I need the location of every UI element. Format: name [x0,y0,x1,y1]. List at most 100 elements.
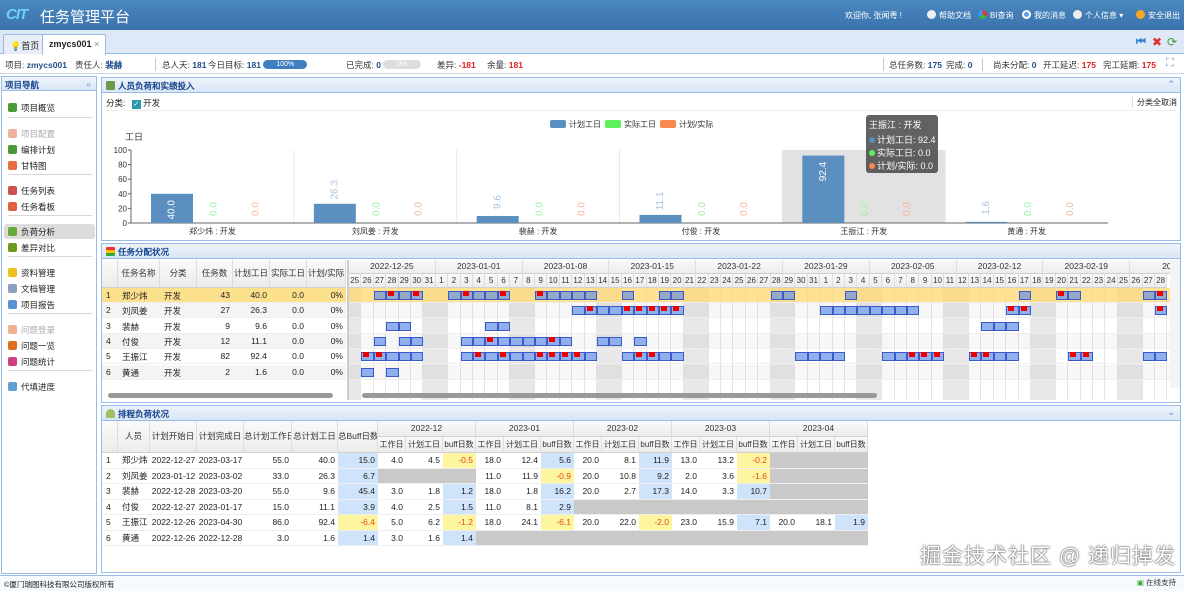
sidebar-item-1[interactable]: 项目概览 [4,100,95,115]
gantt-task-bar[interactable] [485,352,498,362]
gantt-task-bar[interactable] [460,336,473,346]
gantt-task-bar[interactable] [448,291,461,300]
clear-categories-button[interactable]: 分类全取消 [1132,97,1177,108]
gantt-task-bar[interactable] [584,291,597,300]
column-header[interactable]: 分类 [160,260,197,288]
gantt-task-bar[interactable] [386,367,399,377]
gantt-task-bar[interactable] [993,352,1007,362]
table-row[interactable]: 1 郑少炜 开发 43 40.0 0.0 0% [102,288,346,303]
gantt-task-bar[interactable] [634,336,647,346]
gantt-task-bar[interactable] [522,336,535,346]
column-header[interactable]: 计划工日 [233,260,270,288]
gantt-task-bar[interactable] [497,321,511,331]
gantt-task-bar[interactable] [832,306,845,316]
gantt-task-bar[interactable] [770,291,783,300]
column-header[interactable]: 任务数 [197,260,233,288]
gantt-task-bar[interactable] [894,306,907,316]
gantt-task-bar[interactable] [993,321,1007,331]
gantt-task-bar[interactable] [1142,352,1155,362]
gantt-task-bar[interactable] [597,336,610,346]
gantt-task-bar[interactable] [572,291,585,300]
gantt-task-bar[interactable] [807,352,821,362]
gantt-task-bar[interactable] [584,352,597,362]
gantt-task-bar[interactable] [659,352,672,362]
gantt-task-bar[interactable] [398,321,411,331]
gantt-task-bar[interactable] [845,306,858,316]
gantt-task-bar[interactable] [621,291,635,300]
table-row[interactable]: 6 黄通 2022-12-26 2022-12-28 3.0 1.6 1.4 3.0 1.6 1.… [102,530,868,546]
gantt-task-bar[interactable] [671,291,684,300]
gantt-task-bar[interactable] [460,352,473,362]
table-row[interactable]: 6 黄通 开发 2 1.6 0.0 0% [102,364,346,380]
table-row[interactable]: 2 刘凤姜 2023-01-12 2023-03-02 33.0 26.3 6.7 11.0 1… [102,468,868,484]
gantt-task-bar[interactable] [795,352,808,362]
gantt-task-bar[interactable] [535,336,548,346]
gantt-task-bar[interactable] [1155,352,1168,362]
gantt-task-bar[interactable] [398,336,411,346]
column-header[interactable]: 计划开始日 [150,421,197,453]
gantt-task-bar[interactable] [671,352,684,362]
table-row[interactable]: 4 付俊 2022-12-27 2023-01-17 15.0 11.1 3.9 4.0 2.5… [102,499,868,515]
fullscreen-icon[interactable]: ⛶ [1166,57,1174,70]
gantt-task-bar[interactable] [609,336,622,346]
sidebar-item-8[interactable]: 差异对比 [4,240,95,255]
table-horizontal-scrollbar[interactable] [108,393,333,398]
gantt-task-bar[interactable] [473,291,486,300]
close-all-icon[interactable]: ✖ [1152,35,1162,49]
tab-home[interactable]: 💡首页 [3,34,47,54]
gantt-task-bar[interactable] [497,336,511,346]
column-header[interactable]: 计划完成日 [197,421,244,453]
column-header[interactable]: 总Buff日数 [338,421,378,453]
column-header[interactable]: 实际工日 [270,260,307,288]
sidebar-item-7[interactable]: 负荷分析 [4,224,95,239]
gantt-task-bar[interactable] [845,291,858,300]
gantt-task-bar[interactable] [832,352,845,362]
gantt-task-bar[interactable] [1006,352,1019,362]
table-row[interactable]: 3 裴赫 2022-12-28 2023-03-20 55.0 9.6 45.4 3.0 1.8… [102,484,868,500]
close-tab-icon[interactable]: × [94,39,99,49]
collapse-sidebar-icon[interactable]: « [86,79,91,89]
sidebar-item-11[interactable]: 项目报告 [4,297,95,312]
tab-zmycs001[interactable]: zmycs001 × [42,34,107,55]
gantt-task-bar[interactable] [882,352,895,362]
gantt-vertical-scrollbar[interactable] [1170,260,1180,388]
sidebar-item-6[interactable]: 任务看板 [4,199,95,214]
gantt-task-bar[interactable] [386,321,399,331]
gantt-task-bar[interactable] [485,321,498,331]
column-header[interactable] [102,421,118,453]
gantt-task-bar[interactable] [1142,291,1155,300]
sidebar-item-9[interactable]: 资料管理 [4,265,95,280]
sidebar-item-3[interactable]: 编排计划 [4,142,95,157]
gantt-task-bar[interactable] [559,291,573,300]
gantt-task-bar[interactable] [411,336,424,346]
gantt-task-bar[interactable] [398,291,411,300]
gantt-task-bar[interactable] [572,306,585,316]
gantt-task-bar[interactable] [882,306,895,316]
expand-icon[interactable]: ⌄ [1167,407,1175,418]
gantt-task-bar[interactable] [411,352,424,362]
gantt-task-bar[interactable] [398,352,411,362]
gantt-task-bar[interactable] [373,336,387,346]
gantt-task-bar[interactable] [869,306,883,316]
gantt-task-bar[interactable] [609,306,622,316]
column-header[interactable]: 任务名称 [118,260,160,288]
help-docs-link[interactable]: 帮助文档 [927,10,971,21]
gantt-task-bar[interactable] [659,291,672,300]
column-header[interactable]: 总计划工日 [292,421,338,453]
refresh-icon[interactable]: ⟳ [1167,35,1177,49]
sidebar-item-10[interactable]: 文档管理 [4,281,95,296]
collapse-icon[interactable]: ⌃ [1167,79,1175,90]
gantt-task-bar[interactable] [373,291,387,300]
sidebar-item-5[interactable]: 任务列表 [4,183,95,198]
sidebar-item-13[interactable]: 问题一览 [4,338,95,353]
first-tab-icon[interactable]: ⏮ [1136,36,1146,49]
gantt-task-bar[interactable] [522,352,535,362]
table-row[interactable]: 4 付俊 开发 12 11.1 0.0 0% [102,333,346,349]
gantt-task-bar[interactable] [485,291,498,300]
online-support-link[interactable]: ▣ 在线支持 [1137,577,1176,588]
gantt-horizontal-scrollbar[interactable] [362,393,877,398]
gantt-task-bar[interactable] [1018,291,1031,300]
gantt-task-bar[interactable] [559,336,573,346]
checkbox-dev[interactable]: ✓ [131,100,141,109]
sidebar-item-4[interactable]: 甘特图 [4,158,95,173]
